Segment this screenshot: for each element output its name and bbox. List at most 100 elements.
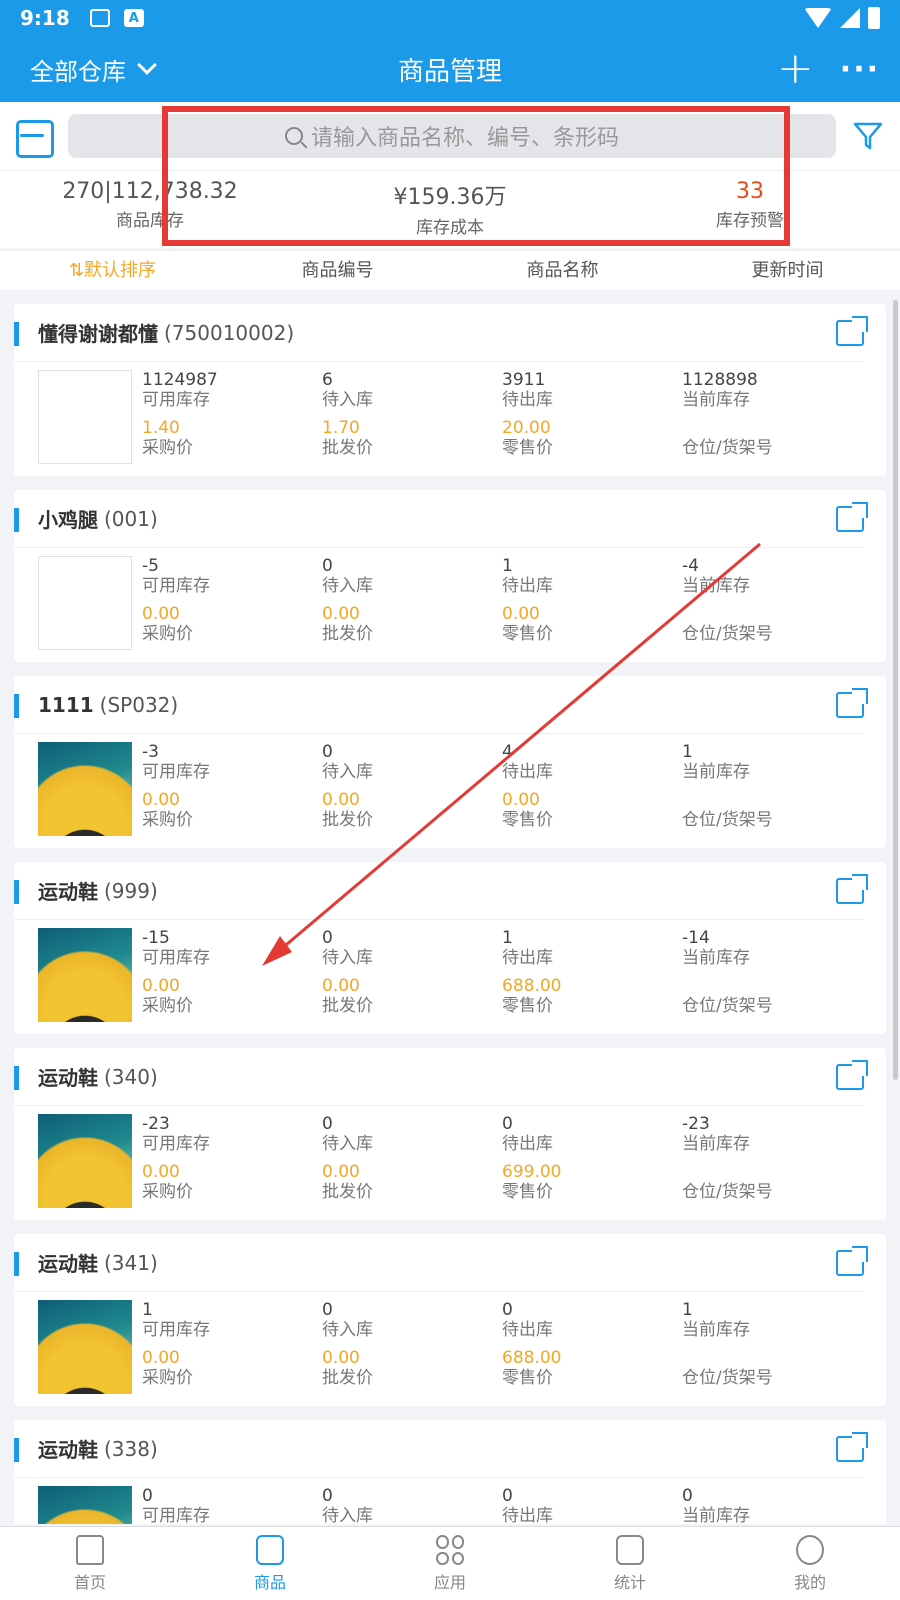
product-thumbnail[interactable] bbox=[38, 928, 132, 1022]
share-icon[interactable] bbox=[836, 502, 868, 532]
tab-update-time[interactable]: 更新时间 bbox=[675, 251, 900, 290]
field-wholesale: 0.00 批发价 bbox=[322, 1162, 502, 1210]
field-outgoing-label: 待出库 bbox=[502, 576, 553, 596]
product-fields: 1124987 可用库存 6 待入库 3911 待出库 1128898 当前库存 1.40 采购价… bbox=[142, 370, 864, 466]
product-body: 0可用库存0待入库0待出库0当前库存采购价批发价零售价 仓位/货架号 bbox=[38, 1486, 864, 1524]
product-code: (001) bbox=[104, 506, 158, 531]
share-icon[interactable] bbox=[836, 1432, 868, 1462]
summary-cost-value: ¥159.36万 bbox=[393, 185, 507, 210]
product-name: 1111 bbox=[38, 692, 94, 717]
field-wholesale: 0.00 批发价 bbox=[322, 1348, 502, 1396]
field-retail-label: 零售价 bbox=[502, 1182, 553, 1202]
field-location: 仓位/货架号 bbox=[682, 1162, 864, 1210]
share-icon[interactable] bbox=[836, 874, 868, 904]
field-available-label: 可用库存 bbox=[142, 576, 210, 596]
field-retail-value: 699.00 bbox=[502, 1162, 562, 1182]
product-card[interactable]: 1111 (SP032) -3 可用库存 0 待入库 4 待出库 1 当前库存 0.00 采购价 0.0… bbox=[14, 676, 886, 848]
status-time: 9:18 bbox=[20, 6, 70, 30]
field-current-label: 当前库存 bbox=[682, 390, 750, 410]
nav-home[interactable]: 首页 bbox=[0, 1527, 180, 1600]
accent-bar bbox=[14, 1438, 19, 1462]
field-outgoing: 1 待出库 bbox=[502, 556, 682, 604]
product-card[interactable]: 懂得谢谢都懂 (750010002) 1124987 可用库存 6 待入库 3911 待出库 1… bbox=[14, 304, 886, 476]
search-input[interactable]: 请输入商品名称、编号、条形码 bbox=[68, 114, 836, 158]
nav-profile[interactable]: 我的 bbox=[720, 1527, 900, 1600]
product-name: 懂得谢谢都懂 bbox=[38, 322, 158, 346]
field-location-label: 仓位/货架号 bbox=[682, 624, 773, 644]
product-body: -15 可用库存 0 待入库 1 待出库 -14 当前库存 0.00 采购价 0.00 批发价 688.… bbox=[38, 928, 864, 1024]
nav-stats[interactable]: 统计 bbox=[540, 1527, 720, 1600]
field-wholesale-value: 0.00 bbox=[322, 976, 360, 996]
field-location-label: 仓位/货架号 bbox=[682, 1368, 773, 1388]
product-code: (999) bbox=[104, 878, 158, 903]
share-icon[interactable] bbox=[836, 1060, 868, 1090]
product-name: 运动鞋 bbox=[38, 880, 98, 904]
field-retail-label: 零售价 bbox=[502, 1368, 553, 1388]
product-name: 运动鞋 bbox=[38, 1252, 98, 1276]
field-retail-value: 688.00 bbox=[502, 1348, 562, 1368]
field-purchase: 1.40 采购价 bbox=[142, 418, 322, 466]
summary-warning[interactable]: 33 库存预警 bbox=[600, 171, 900, 248]
product-thumbnail[interactable] bbox=[38, 742, 132, 836]
field-outgoing-label: 待出库 bbox=[502, 1320, 553, 1340]
product-card[interactable]: 小鸡腿 (001) -5 可用库存 0 待入库 1 待出库 -4 当前库存 0.00 采购价 0.00 批… bbox=[14, 490, 886, 662]
product-thumbnail[interactable] bbox=[38, 1300, 132, 1394]
product-card[interactable]: 运动鞋(338)0可用库存0待入库0待出库0当前库存采购价批发价零售价 仓位/货… bbox=[14, 1420, 886, 1524]
product-card[interactable]: 运动鞋 (999) -15 可用库存 0 待入库 1 待出库 -14 当前库存 0.00 采购价 0.0… bbox=[14, 862, 886, 1034]
product-fields: -23 可用库存 0 待入库 0 待出库 -23 当前库存 0.00 采购价 0.00 批发价 699.… bbox=[142, 1114, 864, 1210]
share-icon[interactable] bbox=[836, 688, 868, 718]
field-wholesale-value: 0.00 bbox=[322, 1348, 360, 1368]
product-body: -3 可用库存 0 待入库 4 待出库 1 当前库存 0.00 采购价 0.00 批发价 0.00 零售价… bbox=[38, 742, 864, 838]
field-wholesale-label: 批发价 bbox=[322, 810, 373, 830]
field-location-value bbox=[682, 418, 864, 438]
filter-icon[interactable] bbox=[852, 120, 884, 152]
product-thumbnail[interactable] bbox=[38, 556, 132, 650]
accent-bar bbox=[14, 508, 19, 532]
product-card[interactable]: 运动鞋 (341) 1 可用库存 0 待入库 0 待出库 1 当前库存 0.00 采购价 0.00 批发价… bbox=[14, 1234, 886, 1406]
tab-default-sort[interactable]: ⇅默认排序 bbox=[0, 251, 225, 290]
battery-icon bbox=[868, 7, 880, 29]
share-icon[interactable] bbox=[836, 1246, 868, 1276]
product-thumbnail[interactable] bbox=[38, 1114, 132, 1208]
field-available: -15 可用库存 bbox=[142, 928, 322, 976]
field-location: 仓位/货架号 bbox=[682, 604, 864, 652]
nav-home-label: 首页 bbox=[73, 1573, 106, 1592]
product-thumbnail[interactable] bbox=[38, 1486, 132, 1524]
field-available-value: -5 bbox=[142, 556, 159, 576]
share-icon[interactable] bbox=[836, 316, 868, 346]
summary-stock-label: 商品库存 bbox=[116, 211, 184, 231]
scan-icon[interactable] bbox=[16, 120, 54, 158]
field-current: 1128898 当前库存 bbox=[682, 370, 864, 418]
nav-apps-label: 应用 bbox=[433, 1573, 466, 1592]
field-outgoing-label: 待出库 bbox=[502, 1134, 553, 1154]
field-retail: 20.00 零售价 bbox=[502, 418, 682, 466]
tab-product-name[interactable]: 商品名称 bbox=[450, 251, 675, 290]
product-thumbnail[interactable] bbox=[38, 370, 132, 464]
field-outgoing: 0 待出库 bbox=[502, 1486, 682, 1524]
warehouse-selector[interactable]: 全部仓库 bbox=[30, 52, 157, 87]
product-card[interactable]: 运动鞋 (340) -23 可用库存 0 待入库 0 待出库 -23 当前库存 0.00 采购价 0.0… bbox=[14, 1048, 886, 1220]
product-code: (341) bbox=[104, 1250, 158, 1275]
nav-apps[interactable]: 应用 bbox=[360, 1527, 540, 1600]
product-name: 小鸡腿 bbox=[38, 508, 98, 532]
summary-stock[interactable]: 270|112,738.32 商品库存 bbox=[0, 171, 300, 248]
summary-cost[interactable]: ¥159.36万 库存成本 bbox=[300, 171, 600, 248]
field-outgoing-value: 3911 bbox=[502, 370, 546, 390]
field-purchase-value: 0.00 bbox=[142, 1162, 180, 1182]
tab-product-code[interactable]: 商品编号 bbox=[225, 251, 450, 290]
field-wholesale-value: 0.00 bbox=[322, 1162, 360, 1182]
field-incoming-value: 0 bbox=[322, 556, 333, 576]
product-header: 1111 (SP032) bbox=[14, 676, 868, 734]
nav-goods[interactable]: 商品 bbox=[180, 1527, 360, 1600]
app-notification-icon: A bbox=[123, 9, 144, 27]
scrollbar[interactable] bbox=[893, 300, 898, 1080]
signal-icon bbox=[840, 8, 860, 28]
add-icon[interactable]: + bbox=[777, 47, 814, 91]
bottom-nav: 首页 商品 应用 统计 我的 bbox=[0, 1526, 900, 1600]
more-icon[interactable]: ··· bbox=[840, 52, 880, 87]
field-location-value bbox=[682, 790, 864, 810]
field-wholesale-label: 批发价 bbox=[322, 624, 373, 644]
field-outgoing: 3911 待出库 bbox=[502, 370, 682, 418]
field-current-value: -14 bbox=[682, 928, 710, 948]
summary-warning-value: 33 bbox=[736, 179, 764, 204]
